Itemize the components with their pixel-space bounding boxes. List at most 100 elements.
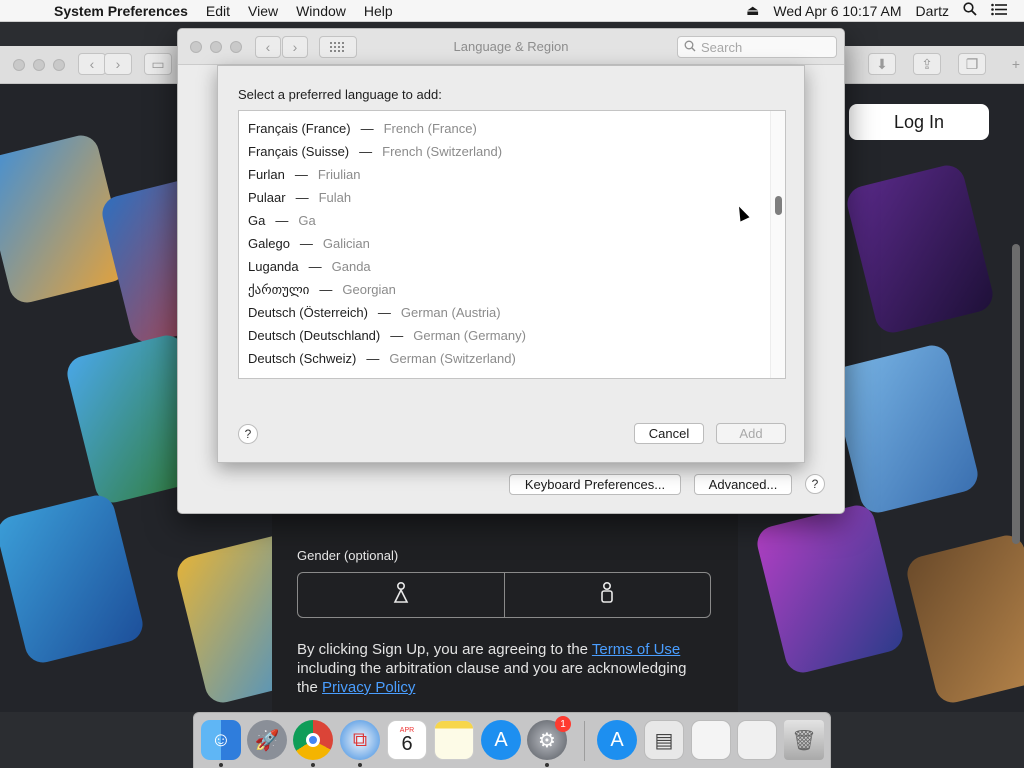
game-thumbnail[interactable] [0,491,147,667]
search-field[interactable]: Search [677,36,837,58]
male-gender-icon[interactable] [505,573,711,617]
list-scroll-thumb[interactable] [775,196,782,215]
search-icon [684,40,696,55]
list-item[interactable]: Deutsch (Schweiz) — German (Switzerland) [248,347,516,370]
notification-center-icon[interactable] [984,3,1014,19]
language-native-name: Deutsch (Deutschland) [248,328,381,343]
notes-icon[interactable] [434,720,474,760]
tabs-icon[interactable]: ❐ [958,53,986,75]
list-item[interactable]: Français (France) — French (France) [248,117,477,140]
terms-prefix: By clicking Sign Up, you are agreeing to… [297,641,592,658]
language-native-name: Galego [248,236,290,251]
language-english-name: Galician [322,236,370,251]
advanced-button[interactable]: Advanced... [694,474,792,495]
menubar-status-area: ⏏ Wed Apr 6 10:17 AM Dartz [739,2,1024,19]
dash: — [275,213,289,228]
menu-edit[interactable]: Edit [197,3,239,19]
sidebar-icon[interactable]: ▭ [144,53,172,75]
calendar-day: 6 [401,732,413,755]
menu-bar: System Preferences Edit View Window Help… [0,0,1024,22]
language-native-name: ქართული [248,281,310,297]
list-item[interactable]: Deutsch (Deutschland) — German (Germany) [248,324,526,347]
cancel-button[interactable]: Cancel [634,423,704,444]
language-english-name: German (Germany) [413,328,526,343]
document-icon[interactable]: ▤ [644,720,684,760]
list-item[interactable]: Galego — Galician [248,232,370,255]
menu-help[interactable]: Help [355,3,402,19]
list-item[interactable]: Pulaar — Fulah [248,186,351,209]
language-english-name: German (Switzerland) [389,351,516,366]
dash: — [319,282,333,297]
window-icon[interactable] [691,720,731,760]
browser-close-icon[interactable] [13,59,25,71]
page-scrollbar[interactable] [1012,244,1020,544]
launchpad-icon[interactable]: 🚀 [247,720,287,760]
game-thumbnail[interactable] [903,531,1024,707]
running-indicator [545,763,549,767]
dash: — [390,328,404,343]
list-scrollbar[interactable] [770,111,785,378]
dash: — [308,259,322,274]
login-button[interactable]: Log In [849,104,989,140]
browser-back-icon[interactable]: ‹ [78,53,106,75]
dash: — [299,236,313,251]
finder-icon[interactable]: ☺ [201,720,241,760]
spotlight-icon[interactable] [956,2,984,19]
list-item[interactable]: Luganda — Ganda [248,255,371,278]
language-english-name: Ganda [331,259,371,274]
language-native-name: Français (France) [248,121,351,136]
clock[interactable]: Wed Apr 6 10:17 AM [766,3,908,19]
terms-text: By clicking Sign Up, you are agreeing to… [297,640,711,697]
language-native-name: Pulaar [248,190,286,205]
game-thumbnail[interactable] [843,161,997,337]
list-item[interactable]: Furlan — Friulian [248,163,360,186]
game-thumbnail[interactable] [753,501,907,677]
list-item[interactable]: Français (Suisse) — French (Switzerland) [248,140,502,163]
help-button[interactable]: ? [805,474,825,494]
keyboard-preferences-button[interactable]: Keyboard Preferences... [509,474,681,495]
language-english-name: French (Switzerland) [382,144,503,159]
game-thumbnail[interactable] [828,341,982,517]
language-native-name: Deutsch (Schweiz) [248,351,357,366]
chrome-icon[interactable] [293,720,333,760]
language-english-name: German (Austria) [400,305,501,320]
sheet-prompt: Select a preferred language to add: [238,87,442,102]
menu-window[interactable]: Window [287,3,355,19]
language-english-name: Ga [298,213,316,228]
browser-forward-icon[interactable]: › [104,53,132,75]
dash: — [360,121,374,136]
calendar-icon[interactable]: APR 6 [387,720,427,760]
list-item[interactable]: Deutsch (Österreich) — German (Austria) [248,301,501,324]
share-icon[interactable]: ⇪ [913,53,941,75]
safari-icon[interactable]: ⧉ [340,720,380,760]
eject-icon[interactable]: ⏏ [739,2,766,19]
window-icon[interactable] [737,720,777,760]
new-tab-icon[interactable]: + [1002,53,1024,75]
add-button[interactable]: Add [716,423,786,444]
language-native-name: Furlan [248,167,285,182]
language-english-name: Georgian [342,282,396,297]
app-store-icon[interactable]: A [481,720,521,760]
language-native-name: Français (Suisse) [248,144,350,159]
download-icon[interactable]: ⬇ [868,53,896,75]
search-placeholder: Search [701,39,743,55]
menu-view[interactable]: View [239,3,287,19]
browser-zoom-icon[interactable] [53,59,65,71]
sheet-help-button[interactable]: ? [238,424,258,444]
browser-minimize-icon[interactable] [33,59,45,71]
dash: — [294,167,308,182]
list-item[interactable]: ქართული — Georgian [248,278,396,301]
list-item[interactable]: Ga — Ga [248,209,316,232]
add-language-sheet: Select a preferred language to add: Fran… [217,65,805,463]
app-store-icon[interactable]: A [597,720,637,760]
dock: ☺ 🚀 ⧉ APR 6 A ⚙ 1 A ▤ 🗑 [193,712,831,768]
system-preferences-icon[interactable]: ⚙ 1 [527,716,571,760]
user-menu[interactable]: Dartz [909,3,956,19]
privacy-policy-link[interactable]: Privacy Policy [322,679,415,696]
female-gender-icon[interactable] [298,573,505,617]
language-english-name: French (France) [383,121,477,136]
trash-icon[interactable]: 🗑 [784,720,824,760]
terms-of-use-link[interactable]: Terms of Use [592,641,680,658]
language-list[interactable]: Français (France) — French (France) França… [238,110,786,379]
menu-app-name[interactable]: System Preferences [54,3,197,19]
